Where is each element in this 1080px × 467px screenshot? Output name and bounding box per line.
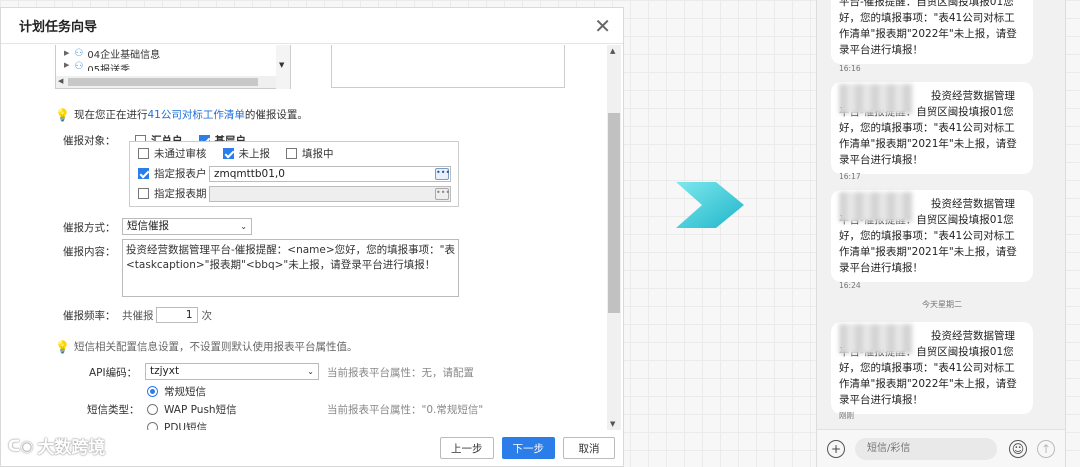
watermark: ᑕ◉ 大数跨境 — [8, 433, 106, 459]
info-prefix: 现在您正在进行 — [73, 109, 148, 121]
radio[interactable] — [147, 404, 158, 415]
plus-icon[interactable]: + — [827, 439, 845, 458]
more-icon[interactable]: ••• — [435, 168, 450, 180]
message-bubble[interactable]: 平台-催报提醒：自贸区闽投填报01您好，您的填报事项："表41公司对标工作清单"… — [831, 0, 1033, 64]
arrow-right-icon — [676, 182, 744, 228]
watermark-logo-icon: ᑕ◉ — [8, 436, 34, 455]
api-label: API编码： — [89, 367, 138, 379]
expand-icon[interactable]: ▶ — [64, 61, 69, 69]
tree-horizontal-scrollbar[interactable]: ◀ — [56, 76, 276, 88]
scroll-left-icon[interactable]: ◀ — [58, 77, 63, 85]
specified-user-checkbox[interactable]: 指定报表户 — [138, 166, 207, 181]
method-select[interactable]: 短信催报 ⌄ — [122, 218, 252, 235]
more-icon[interactable]: ••• — [435, 188, 450, 200]
sms-info-text: 短信相关配置信息设置，不设置则默认使用报表平台属性值。 — [73, 341, 358, 353]
message-bubble[interactable]: 投资经营数据管理 平台-催报提醒：自贸区闽投填报01您好，您的填报事项："表41… — [831, 82, 1033, 174]
content-textarea[interactable]: 投资经营数据管理平台-催报提醒：<name>您好，您的填报事项："表<taskc… — [122, 239, 459, 297]
prev-button[interactable]: 上一步 — [440, 437, 494, 459]
specified-period-checkbox[interactable]: 指定报表期 — [138, 186, 207, 201]
scroll-up-icon[interactable]: ▲ — [610, 47, 615, 55]
lightbulb-icon: 💡 — [55, 339, 70, 354]
api-row: API编码： — [89, 365, 137, 380]
not-reported-checkbox[interactable]: 未上报 — [222, 146, 270, 161]
dialog-title: 计划任务向导 — [19, 20, 98, 35]
sms-input[interactable] — [855, 437, 997, 460]
cancel-button[interactable]: 取消 — [563, 437, 615, 459]
filling-checkbox[interactable]: 填报中 — [286, 146, 334, 161]
target-label: 催报对象： — [63, 135, 116, 147]
scroll-down-icon[interactable]: ▼ — [610, 420, 615, 428]
info-suffix: 的催报设置。 — [244, 109, 308, 121]
radio-selected[interactable] — [147, 386, 158, 397]
tree-vertical-scrollbar[interactable]: ▼ — [276, 45, 290, 89]
message-time: 刚刚 — [839, 411, 854, 420]
lightbulb-icon: 💡 — [55, 107, 70, 122]
frequency-prefix: 共催报 — [122, 309, 154, 322]
message-time: 16:17 — [839, 172, 861, 181]
group-icon: ⚇ — [74, 47, 84, 59]
frequency-row: 催报频率： 共催报 1 次 — [63, 307, 212, 323]
sms-info-line: 💡 短信相关配置信息设置，不设置则默认使用报表平台属性值。 — [55, 339, 357, 354]
frequency-suffix: 次 — [201, 309, 213, 322]
api-hint: 当前报表平台属性：无，请配置 — [327, 367, 474, 379]
close-icon[interactable]: ✕ — [594, 16, 611, 36]
tree-item[interactable]: ▶ ⚇ 04企业基础信息 — [56, 45, 290, 61]
radio[interactable] — [147, 422, 158, 430]
message-bubble[interactable]: 投资经营数据管理 平台-催报提醒：自贸区闽投填报01您好，您的填报事项："表41… — [831, 322, 1033, 414]
sms-type-row: 短信类型： — [87, 402, 140, 417]
send-icon[interactable]: ↑ — [1037, 439, 1055, 458]
chevron-down-icon: ⌄ — [240, 222, 247, 231]
scroll-down-icon[interactable]: ▼ — [279, 61, 284, 69]
message-bubble[interactable]: 投资经营数据管理 平台-催报提醒：自贸区闽投填报01您好，您的填报事项："表41… — [831, 190, 1033, 282]
tree-item-label: 04企业基础信息 — [87, 49, 161, 61]
specified-period-input[interactable]: ••• — [209, 186, 451, 202]
not-passed-checkbox[interactable]: 未通过审核 — [138, 146, 207, 161]
message-time: 16:16 — [839, 64, 861, 73]
task-wizard-dialog: 计划任务向导 ✕ ▶ ⚇ 04企业基础信息 ▶ ⚇ 05报送季 ◀ ▼ 💡 现在… — [0, 7, 624, 467]
message-text: 平台-催报提醒：自贸区闽投填报01您好，您的填报事项："表41公司对标工作清单"… — [839, 0, 1017, 56]
blurred-sender — [839, 84, 913, 114]
chevron-down-icon: ⌄ — [307, 367, 314, 376]
content-row: 催报内容： — [63, 244, 116, 259]
selected-list-box[interactable] — [331, 45, 565, 88]
method-label: 催报方式： — [63, 222, 116, 234]
target-options-box: 未通过审核 未上报 填报中 指定报表户 zmqmttb01,0 ••• 指定报表… — [129, 141, 459, 207]
group-icon: ⚇ — [74, 61, 84, 71]
expand-icon[interactable]: ▶ — [64, 49, 69, 57]
phone-sms-view: 平台-催报提醒：自贸区闽投填报01您好，您的填报事项："表41公司对标工作清单"… — [816, 0, 1066, 467]
scrollbar-thumb[interactable] — [608, 113, 620, 313]
info-line: 💡 现在您正在进行 41公司对标工作清单 的催报设置。 — [55, 107, 308, 122]
sms-type-option[interactable]: 常规短信 — [147, 384, 206, 399]
sms-type-label: 短信类型： — [87, 404, 140, 416]
day-separator: 今天星期二 — [922, 300, 962, 309]
tree-item-label: 05报送季 — [87, 65, 131, 71]
frequency-label: 催报频率： — [63, 309, 116, 322]
method-row: 催报方式： — [63, 220, 116, 235]
report-tree[interactable]: ▶ ⚇ 04企业基础信息 ▶ ⚇ 05报送季 ◀ ▼ — [55, 45, 291, 89]
message-text: 平台-催报提醒：自贸区闽投填报01您好，您的填报事项："表41公司对标工作清单"… — [839, 214, 1017, 274]
info-highlight: 41公司对标工作清单 — [147, 109, 245, 121]
dialog-body: ▶ ⚇ 04企业基础信息 ▶ ⚇ 05报送季 ◀ ▼ 💡 现在您正在进行 41公司… — [1, 45, 605, 430]
emoji-icon[interactable]: ☺ — [1009, 439, 1027, 458]
status-row: 未通过审核 未上报 填报中 — [138, 146, 350, 161]
tree-item[interactable]: ▶ ⚇ 05报送季 — [56, 61, 290, 71]
next-button[interactable]: 下一步 — [501, 437, 555, 459]
blurred-sender — [839, 324, 913, 354]
content-label: 催报内容： — [63, 246, 116, 258]
specified-user-input[interactable]: zmqmttb01,0 ••• — [209, 166, 451, 182]
frequency-input[interactable]: 1 — [155, 307, 198, 323]
blurred-sender — [839, 192, 913, 222]
message-time: 16:24 — [839, 281, 861, 290]
message-text: 平台-催报提醒：自贸区闽投填报01您好，您的填报事项："表41公司对标工作清单"… — [839, 346, 1017, 406]
dialog-header: 计划任务向导 ✕ — [1, 8, 623, 44]
compose-bar: + ☺ ↑ — [817, 429, 1065, 467]
sms-type-hint: 当前报表平台属性："0.常规短信" — [327, 404, 484, 416]
dialog-vertical-scrollbar[interactable]: ▲ ▼ — [607, 45, 621, 430]
api-select[interactable]: tzjyxt ⌄ — [145, 363, 319, 380]
watermark-text: 大数跨境 — [37, 438, 106, 458]
sms-type-option[interactable]: WAP Push短信 — [147, 402, 237, 417]
sms-type-option[interactable]: PDU短信 — [147, 420, 207, 430]
message-text: 平台-催报提醒：自贸区闽投填报01您好，您的填报事项："表41公司对标工作清单"… — [839, 106, 1017, 166]
